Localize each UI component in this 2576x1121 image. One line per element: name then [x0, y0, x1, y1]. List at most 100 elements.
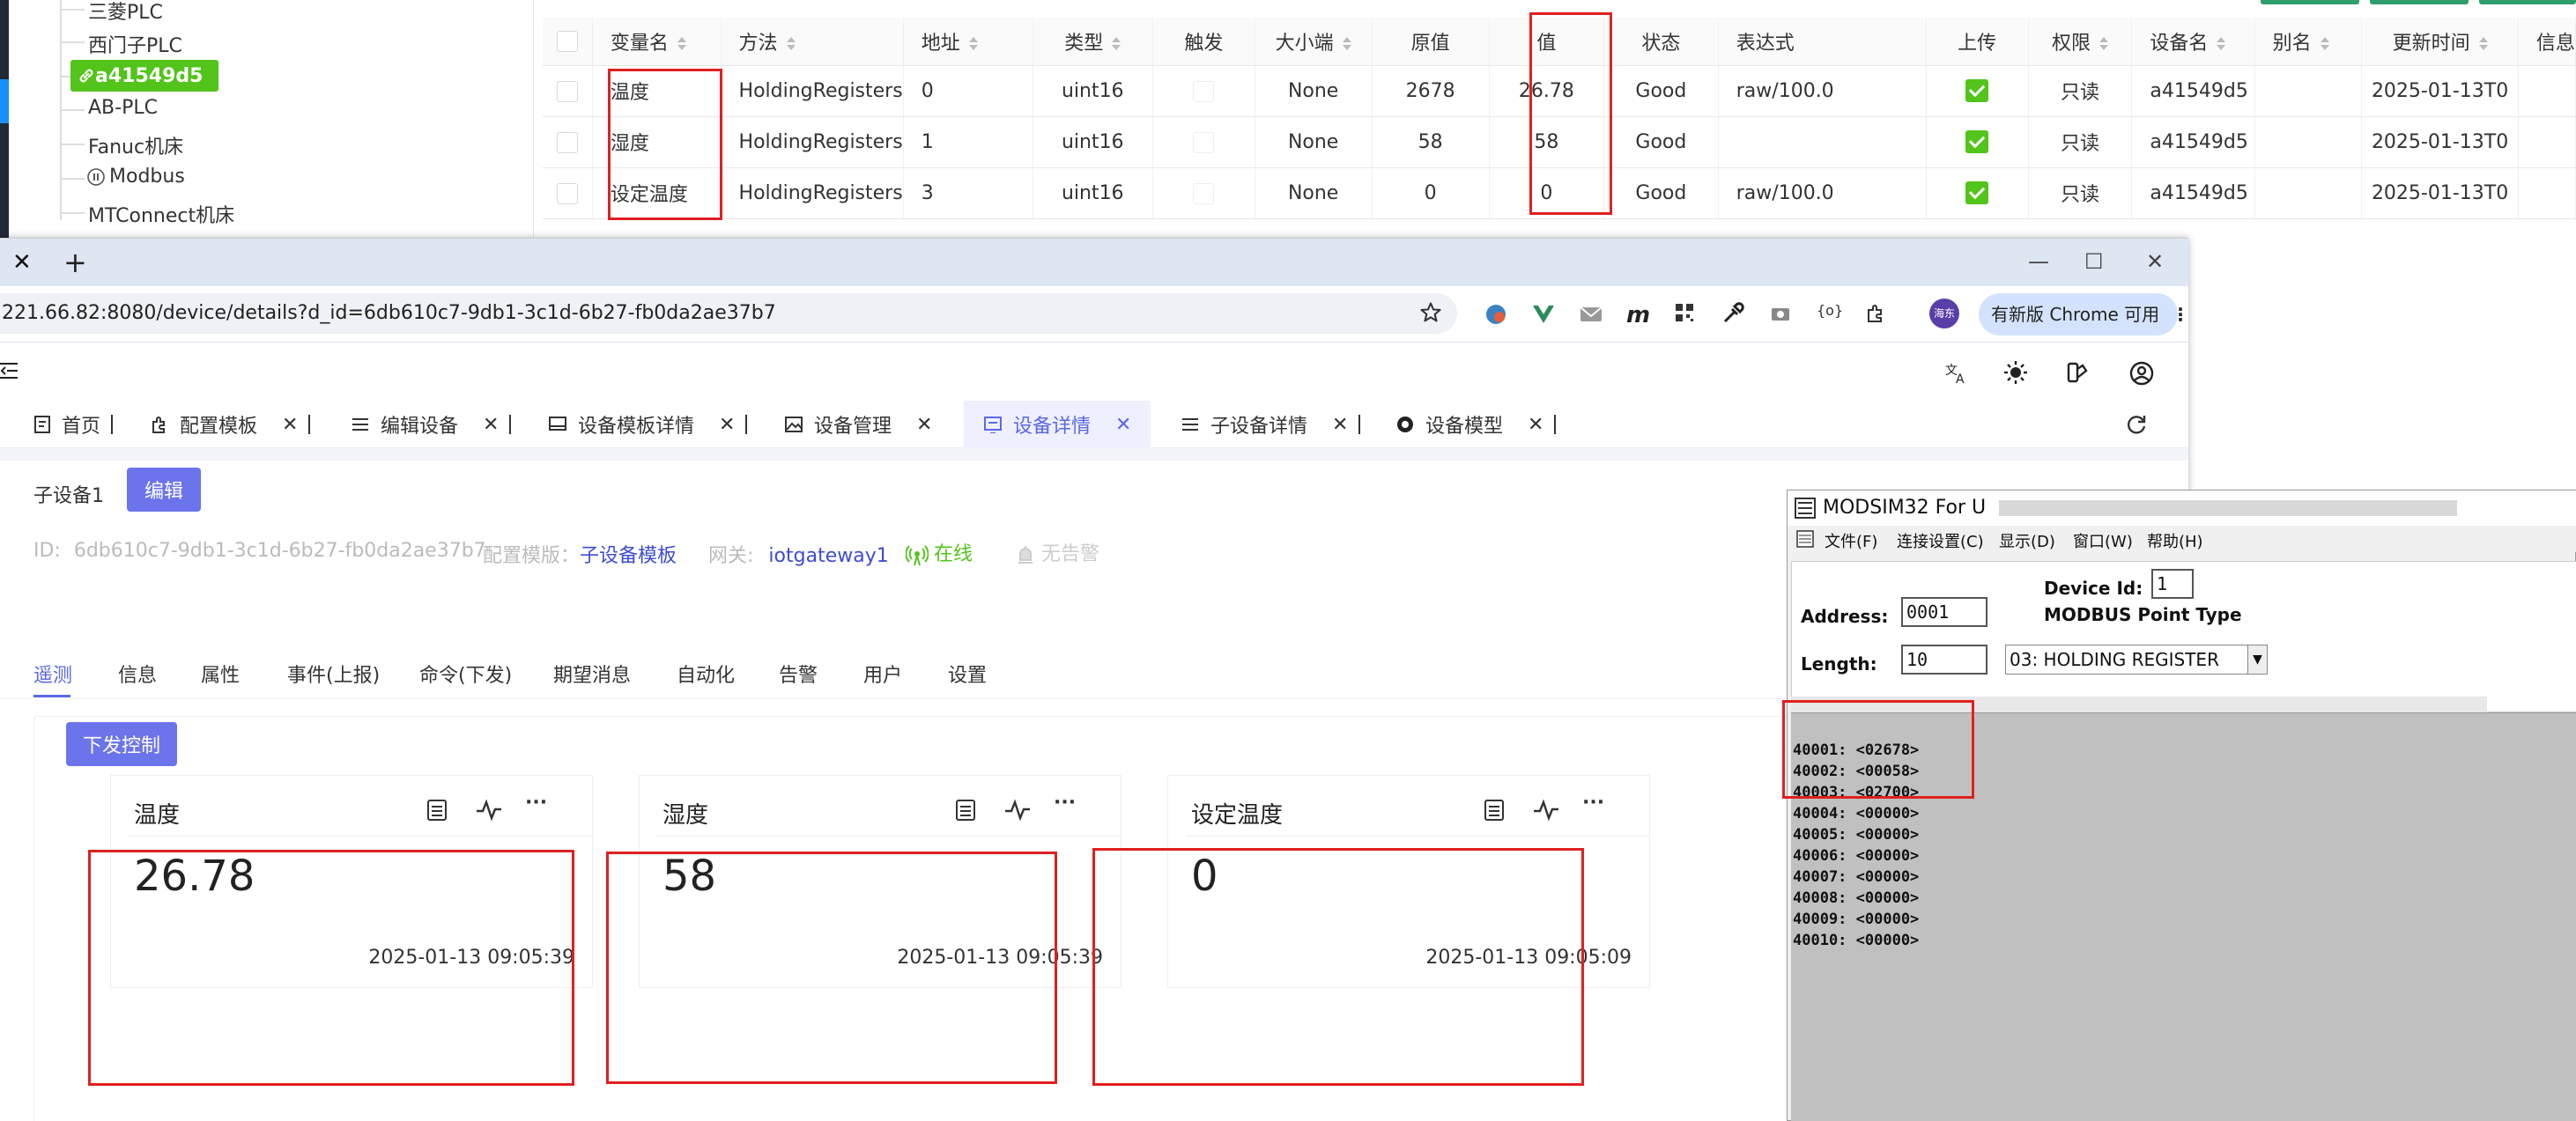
- chart-pulse-icon[interactable]: [1533, 799, 1559, 825]
- tree-item[interactable]: MTConnect机床: [88, 200, 234, 228]
- extensions-puzzle-icon[interactable]: [1864, 302, 1889, 327]
- col-header[interactable]: 类型: [1033, 18, 1154, 66]
- upload-checkbox-checked[interactable]: [1965, 181, 1989, 204]
- bookmark-star-icon[interactable]: [1418, 300, 1443, 325]
- sort-icon[interactable]: [2217, 36, 2226, 51]
- translate-icon[interactable]: 文A: [1943, 360, 1968, 385]
- more-icon[interactable]: ···: [1582, 792, 1604, 814]
- sort-icon[interactable]: [968, 36, 978, 51]
- chart-pulse-icon[interactable]: [1004, 799, 1031, 825]
- tab-commands[interactable]: 命令(下发): [419, 660, 512, 688]
- menu-collapse-icon[interactable]: [0, 360, 19, 381]
- tab-subdevice-detail[interactable]: 子设备详情 ✕: [1181, 401, 1361, 448]
- menu-display[interactable]: 显示(D): [1999, 529, 2055, 552]
- sort-icon[interactable]: [2320, 36, 2329, 51]
- close-tab-icon[interactable]: ✕: [12, 249, 32, 276]
- upload-checkbox-checked[interactable]: [1965, 130, 1989, 153]
- tree-item[interactable]: Fanuc机床: [88, 131, 183, 159]
- device-id-field[interactable]: 1: [2151, 569, 2194, 599]
- register-line[interactable]: 40006: <00000>: [1793, 847, 1919, 865]
- gateway-link[interactable]: iotgateway1: [768, 545, 888, 567]
- register-line[interactable]: 40008: <00000>: [1793, 889, 1919, 907]
- cell-trigger[interactable]: [1152, 116, 1255, 168]
- history-list-icon[interactable]: [1484, 799, 1505, 825]
- register-line[interactable]: 40010: <00000>: [1793, 932, 1919, 949]
- point-type-select[interactable]: 03: HOLDING REGISTER ▼: [2005, 645, 2268, 675]
- cell-upload[interactable]: [1926, 65, 2029, 117]
- new-tab-icon[interactable]: +: [63, 246, 87, 279]
- extension-eyedropper-icon[interactable]: [1721, 302, 1746, 327]
- col-header[interactable]: 更新时间: [2361, 18, 2519, 66]
- tab-close-icon[interactable]: ✕: [1528, 414, 1543, 436]
- register-line[interactable]: 40003: <02700>: [1793, 784, 1919, 801]
- maximize-icon[interactable]: ☐: [2084, 249, 2104, 274]
- url-field[interactable]: 221.66.82:8080/device/details?d_id=6db61…: [0, 293, 1457, 334]
- tab-config-template[interactable]: 配置模板 ✕: [150, 401, 311, 448]
- cell-upload[interactable]: [1926, 116, 2029, 168]
- history-list-icon[interactable]: [955, 799, 976, 825]
- tab-device-management[interactable]: 设备管理 ✕: [784, 401, 932, 448]
- row-checkbox[interactable]: [556, 182, 578, 204]
- col-header[interactable]: 方法: [721, 18, 904, 66]
- row-select-cell[interactable]: [543, 65, 593, 117]
- register-line[interactable]: 40009: <00000>: [1793, 911, 1919, 928]
- extension-m-icon[interactable]: m: [1626, 302, 1651, 328]
- cell-trigger[interactable]: [1152, 65, 1255, 117]
- cell-upload[interactable]: [1926, 167, 2029, 219]
- tree-item-selected[interactable]: a41549d5: [70, 60, 218, 92]
- theme-palette-icon[interactable]: [2065, 360, 2090, 385]
- register-line[interactable]: 40007: <00000>: [1793, 868, 1919, 886]
- child-window-icon[interactable]: [1796, 530, 1814, 548]
- row-checkbox[interactable]: [556, 80, 578, 102]
- tab-users[interactable]: 用户: [863, 660, 902, 688]
- length-field[interactable]: 10: [1901, 645, 1988, 675]
- menu-connection[interactable]: 连接设置(C): [1897, 529, 1984, 552]
- col-header[interactable]: 权限: [2028, 18, 2133, 66]
- tab-close-icon[interactable]: ✕: [719, 414, 735, 436]
- tab-close-icon[interactable]: ✕: [1115, 414, 1131, 436]
- tab-info[interactable]: 信息: [118, 660, 157, 688]
- tab-automation[interactable]: 自动化: [677, 660, 735, 688]
- refresh-icon[interactable]: [2125, 413, 2148, 436]
- trigger-checkbox[interactable]: [1193, 131, 1215, 153]
- tab-device-detail[interactable]: 设备详情 ✕: [964, 401, 1151, 448]
- more-vert-icon[interactable]: ⋮: [2172, 304, 2189, 325]
- register-line[interactable]: 40002: <00058>: [1793, 763, 1919, 780]
- sort-icon[interactable]: [677, 36, 686, 51]
- address-field[interactable]: 0001: [1901, 597, 1988, 627]
- col-header[interactable]: 变量名: [592, 18, 722, 66]
- extension-camera-icon[interactable]: [1769, 302, 1794, 327]
- row-select-cell[interactable]: [543, 167, 593, 219]
- sort-icon[interactable]: [2099, 36, 2108, 51]
- tab-settings[interactable]: 设置: [948, 660, 987, 688]
- tab-close-icon[interactable]: ✕: [282, 414, 298, 436]
- row-checkbox[interactable]: [556, 131, 578, 153]
- extension-qr-icon[interactable]: [1674, 302, 1699, 327]
- sort-icon[interactable]: [786, 36, 796, 51]
- select-all-cell[interactable]: [543, 18, 593, 66]
- row-select-cell[interactable]: [543, 116, 593, 168]
- tree-item[interactable]: 三菱PLC: [88, 0, 163, 25]
- minimize-icon[interactable]: —: [2028, 249, 2049, 274]
- tree-item[interactable]: AB-PLC: [88, 97, 158, 119]
- extension-json-icon[interactable]: {o}: [1817, 302, 1843, 327]
- template-link[interactable]: 子设备模板: [580, 545, 677, 567]
- tab-desired-messages[interactable]: 期望消息: [553, 660, 631, 688]
- tree-item-modbus[interactable]: Modbus: [86, 166, 185, 188]
- history-list-icon[interactable]: [426, 799, 448, 825]
- col-header[interactable]: 设备名: [2131, 18, 2255, 66]
- menu-window[interactable]: 窗口(W): [2073, 529, 2133, 552]
- close-window-icon[interactable]: ✕: [2146, 249, 2164, 274]
- tab-device-template-detail[interactable]: 设备模板详情 ✕: [548, 401, 748, 448]
- chrome-update-button[interactable]: 有新版 Chrome 可用 ⋮: [1979, 293, 2189, 336]
- trigger-checkbox[interactable]: [1193, 182, 1215, 204]
- tab-events[interactable]: 事件(上报): [287, 660, 380, 688]
- select-all-checkbox[interactable]: [556, 31, 578, 53]
- tab-alarms[interactable]: 告警: [779, 660, 818, 688]
- col-header[interactable]: 大小端: [1255, 18, 1373, 66]
- theme-sun-icon[interactable]: [2003, 360, 2028, 385]
- send-control-button[interactable]: 下发控制: [66, 722, 177, 766]
- tab-device-model[interactable]: 设备模型 ✕: [1395, 401, 1557, 448]
- menu-help[interactable]: 帮助(H): [2147, 529, 2203, 552]
- profile-avatar[interactable]: 海东: [1929, 299, 1959, 328]
